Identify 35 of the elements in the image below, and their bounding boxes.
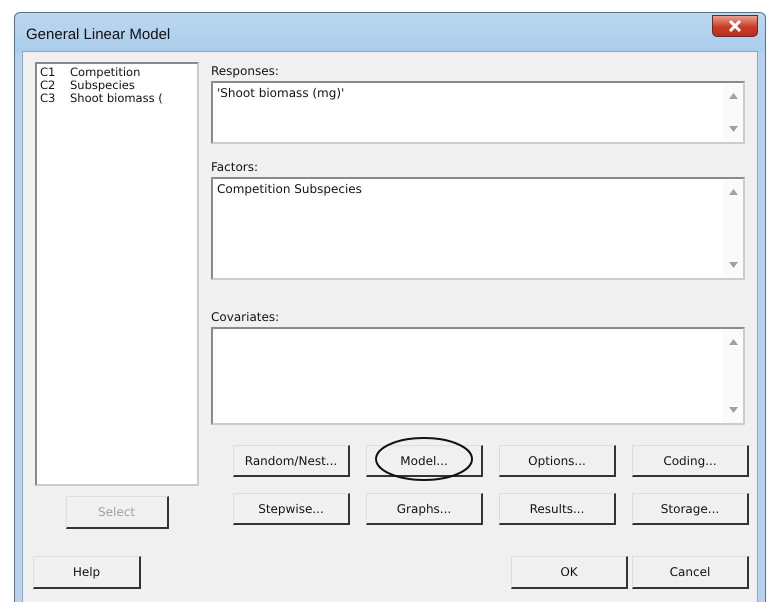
input-field[interactable] — [211, 327, 745, 425]
window-title: General Linear Model — [26, 26, 170, 42]
close-button[interactable] — [712, 15, 758, 37]
option-button[interactable]: Results... — [499, 493, 616, 525]
scroll-up-icon[interactable] — [728, 93, 738, 99]
option-button[interactable]: Options... — [499, 445, 616, 477]
field-value: Competition Subspecies — [217, 182, 362, 196]
column-name[interactable]: Shoot biomass ( — [70, 92, 163, 105]
field-label: Factors: — [211, 160, 260, 174]
input-field[interactable]: 'Shoot biomass (mg)' — [211, 81, 745, 144]
cancel-button[interactable]: Cancel — [632, 556, 749, 589]
scroll-down-icon[interactable] — [728, 126, 738, 132]
option-button[interactable]: Model... — [366, 445, 483, 477]
option-button[interactable]: Random/Nest... — [233, 445, 350, 477]
ok-button[interactable]: OK — [511, 556, 628, 589]
option-button[interactable]: Stepwise... — [233, 493, 350, 525]
column-id: C2 — [40, 79, 56, 92]
scroll-down-icon[interactable] — [728, 262, 738, 268]
scroll-down-icon[interactable] — [728, 407, 738, 413]
input-field[interactable]: Competition Subspecies — [211, 177, 745, 280]
column-id: C1 — [40, 66, 56, 79]
column-name[interactable]: Competition — [70, 66, 140, 79]
option-button[interactable]: Storage... — [632, 493, 749, 525]
scroll-up-icon[interactable] — [728, 339, 738, 345]
field-label: Responses: — [211, 64, 280, 78]
field-label: Covariates: — [211, 310, 280, 324]
option-button[interactable]: Graphs... — [366, 493, 483, 525]
column-list[interactable]: C1 Competition C2 Subspecies C3 Shoot biomass ( — [35, 62, 199, 486]
field-value: 'Shoot biomass (mg)' — [217, 86, 344, 100]
option-button[interactable]: Coding... — [632, 445, 749, 477]
column-name[interactable]: Subspecies — [70, 79, 135, 92]
column-id: C3 — [40, 92, 56, 105]
close-icon — [728, 20, 742, 32]
scroll-up-icon[interactable] — [728, 189, 738, 195]
help-button[interactable]: Help — [33, 556, 141, 589]
